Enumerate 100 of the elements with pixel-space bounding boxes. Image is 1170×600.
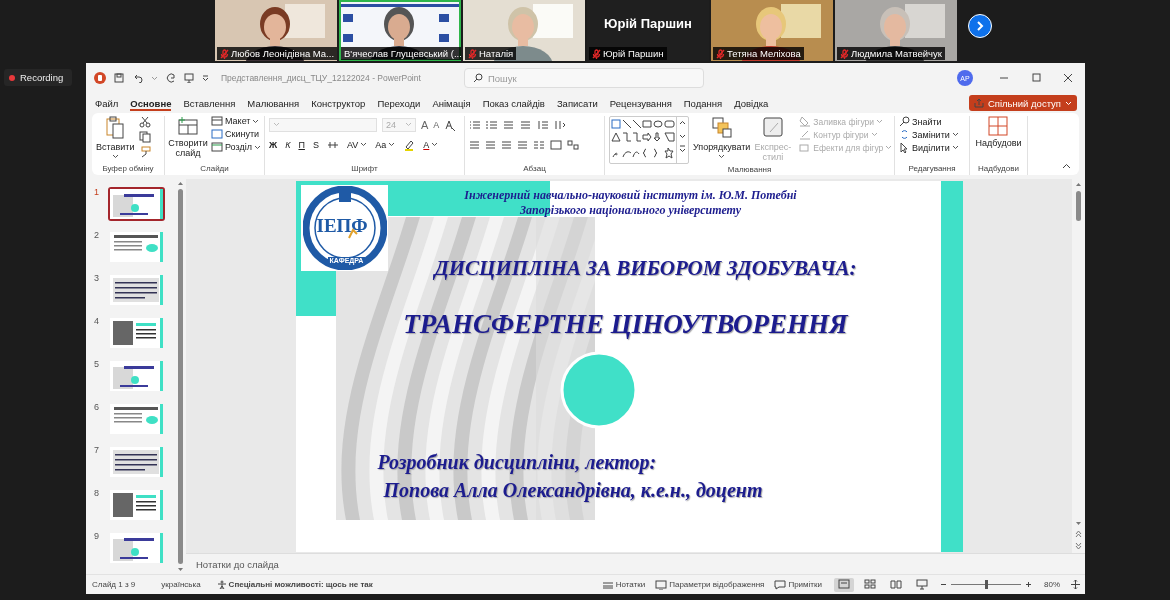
language-label[interactable]: українська	[161, 580, 201, 589]
scroll-down-icon[interactable]	[1075, 521, 1082, 527]
zoom-in-icon[interactable]	[1025, 581, 1032, 588]
slide-thumbnail[interactable]	[108, 230, 165, 264]
slide-thumbnail[interactable]	[108, 316, 165, 350]
bold-button[interactable]: Ж	[269, 139, 278, 150]
smartart-icon[interactable]	[567, 139, 579, 150]
comments-button[interactable]: Примітки	[774, 579, 822, 590]
presentation-icon[interactable]	[184, 73, 194, 83]
customize-toolbar-icon[interactable]	[202, 75, 209, 81]
format-painter-icon[interactable]	[138, 146, 151, 158]
undo-icon[interactable]	[132, 73, 143, 83]
scroll-up-icon[interactable]	[1075, 182, 1082, 187]
numbering-icon[interactable]	[486, 119, 498, 130]
zoom-out-icon[interactable]	[940, 581, 947, 588]
find-button[interactable]: Знайти	[899, 116, 942, 127]
strikethrough-icon[interactable]	[326, 140, 339, 149]
slide-thumbnail[interactable]	[108, 402, 165, 436]
text-direction-icon[interactable]	[554, 119, 566, 130]
italic-button[interactable]: К	[285, 139, 291, 150]
ribbon-tab[interactable]: Анімація	[426, 94, 477, 112]
shadow-button[interactable]: S	[312, 139, 319, 150]
align-center-icon[interactable]	[485, 139, 496, 150]
collapse-ribbon-icon[interactable]	[1062, 163, 1071, 169]
arrange-button[interactable]: Упорядкувати	[693, 116, 751, 159]
ribbon-tab[interactable]: Переходи	[371, 94, 427, 112]
next-page-button[interactable]	[968, 14, 992, 38]
new-slide-button[interactable]: Створити слайд	[169, 116, 207, 158]
scroll-up-icon[interactable]	[176, 181, 184, 186]
decrease-indent-icon[interactable]	[503, 119, 515, 130]
shrink-font-button[interactable]: A	[433, 119, 440, 130]
previous-slide-icon[interactable]	[1075, 530, 1082, 539]
replace-button[interactable]: Замінити	[899, 129, 959, 140]
slide-thumbnail[interactable]	[108, 273, 165, 307]
redo-icon[interactable]	[166, 73, 176, 83]
shapes-gallery[interactable]	[609, 116, 689, 164]
increase-indent-icon[interactable]	[520, 119, 532, 130]
add-ins-button[interactable]: Надбудови	[975, 116, 1022, 148]
zoom-level[interactable]: 80%	[1044, 580, 1060, 589]
save-icon[interactable]	[114, 73, 124, 83]
highlighter-icon[interactable]	[403, 138, 416, 151]
ribbon-tab[interactable]: Записати	[550, 94, 604, 112]
notes-field[interactable]: Нотатки до слайда	[196, 558, 279, 570]
close-icon[interactable]	[1063, 73, 1073, 83]
ribbon-tab[interactable]: Подання	[677, 94, 729, 112]
share-button[interactable]: Спільний доступ	[968, 95, 1077, 111]
caret-icon[interactable]	[431, 142, 439, 147]
slide-thumbnail[interactable]	[108, 488, 165, 522]
select-button[interactable]: Виділити	[899, 142, 959, 153]
chevron-right-icon[interactable]	[975, 21, 985, 31]
ribbon-tab[interactable]: Вставлення	[177, 94, 242, 112]
gallery-more-icon[interactable]	[678, 144, 687, 154]
section-button[interactable]: Розділ	[211, 142, 261, 152]
ribbon-tab[interactable]: Показ слайдів	[476, 94, 551, 112]
align-right-icon[interactable]	[501, 139, 512, 150]
ribbon-tab[interactable]: Довідка	[728, 94, 775, 112]
caret-icon[interactable]	[388, 142, 396, 147]
next-slide-icon[interactable]	[1075, 542, 1082, 551]
columns-icon[interactable]	[533, 139, 545, 150]
caret-icon[interactable]	[252, 118, 260, 124]
layout-button[interactable]: Макет	[211, 116, 261, 126]
caret-icon[interactable]	[360, 142, 368, 147]
slide-thumbnail[interactable]	[108, 445, 165, 479]
scrollbar-thumb[interactable]	[1076, 191, 1081, 221]
view-button[interactable]	[834, 577, 854, 592]
spacing-button[interactable]: AV	[346, 139, 368, 150]
ribbon-tab[interactable]: Конструктор	[305, 94, 372, 112]
ribbon-tab[interactable]: Рецензування	[603, 94, 678, 112]
bullets-icon[interactable]	[469, 119, 481, 130]
font-color-button[interactable]: A	[423, 139, 439, 150]
ribbon-tab[interactable]: Основне	[124, 94, 178, 112]
caret-icon[interactable]	[718, 154, 726, 159]
reset-button[interactable]: Скинути	[211, 129, 261, 139]
accessibility-button[interactable]: Спеціальні можливості: щось не так	[216, 579, 373, 590]
change-case-button[interactable]: Aa	[375, 139, 396, 150]
grow-font-button[interactable]: A	[421, 118, 429, 131]
justify-icon[interactable]	[517, 139, 528, 150]
align-left-icon[interactable]	[469, 139, 480, 150]
caret-icon[interactable]	[111, 154, 119, 159]
underline-button[interactable]: П	[298, 139, 305, 150]
clear-formatting-icon[interactable]	[444, 118, 457, 131]
maximize-icon[interactable]	[1031, 73, 1041, 83]
ribbon-tab[interactable]: Малювання	[241, 94, 306, 112]
display-settings-button[interactable]: Параметри відображення	[655, 579, 765, 590]
notes-button[interactable]: Нотатки	[601, 580, 646, 589]
copy-icon[interactable]	[138, 131, 151, 143]
cut-icon[interactable]	[138, 116, 151, 128]
caret-icon[interactable]	[253, 144, 261, 150]
scrollbar-thumb[interactable]	[177, 189, 183, 564]
align-text-icon[interactable]	[550, 139, 562, 150]
font-name-field[interactable]	[269, 117, 377, 132]
slide-thumbnail[interactable]	[108, 531, 165, 565]
zoom-slider-thumb[interactable]	[985, 580, 988, 589]
scroll-down-icon[interactable]	[176, 567, 184, 572]
paste-button[interactable]: Вставити	[96, 116, 135, 159]
ribbon-tab[interactable]: Файл	[89, 94, 125, 112]
line-spacing-icon[interactable]	[537, 119, 549, 130]
slide-thumbnail[interactable]	[108, 187, 165, 221]
fit-to-window-icon[interactable]	[1070, 579, 1081, 590]
slide-thumbnail[interactable]	[108, 359, 165, 393]
